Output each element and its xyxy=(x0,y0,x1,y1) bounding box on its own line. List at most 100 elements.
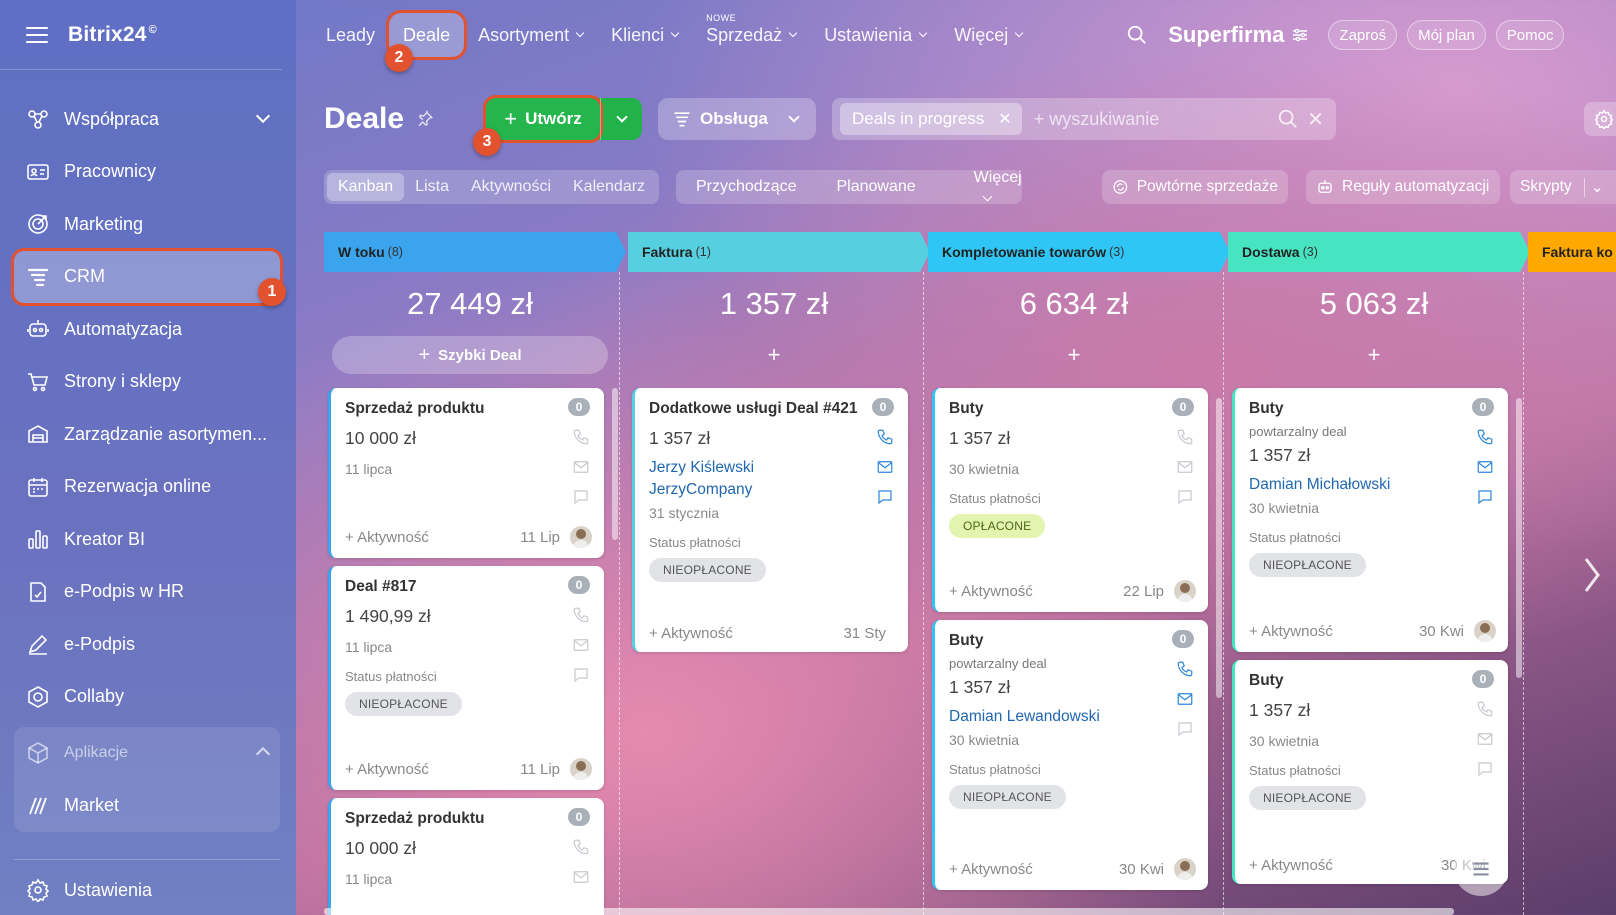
nav-leady[interactable]: Leady xyxy=(312,13,389,57)
chat-icon[interactable] xyxy=(572,666,590,684)
deal-card[interactable]: Sprzedaż produktu 10 000 zł 11 lipca 0 +… xyxy=(328,388,604,558)
board-horizontal-scrollbar[interactable] xyxy=(324,908,1454,915)
board-settings-button[interactable] xyxy=(1584,102,1616,136)
chat-icon[interactable] xyxy=(1176,720,1194,738)
phone-icon[interactable] xyxy=(1476,700,1494,718)
deal-card[interactable]: Buty 1 357 zł 30 kwietnia Status płatnoś… xyxy=(932,388,1208,612)
chat-icon[interactable] xyxy=(1476,760,1494,778)
phone-icon[interactable] xyxy=(1176,660,1194,678)
repeat-sales-button[interactable]: Powtórne sprzedaże xyxy=(1102,170,1288,204)
logo[interactable]: Bitrix24 © xyxy=(68,23,157,47)
add-deal-button[interactable]: + xyxy=(1236,336,1512,374)
deal-title[interactable]: Buty xyxy=(949,400,1194,418)
phone-icon[interactable] xyxy=(572,428,590,446)
contact-link[interactable]: Damian Michałowski xyxy=(1249,476,1494,494)
deal-title[interactable]: Buty xyxy=(949,632,1194,650)
deal-title[interactable]: Dodatkowe usługi Deal #421 xyxy=(649,400,894,418)
sidebar-item-epodpis-hr[interactable]: e-Podpis w HR xyxy=(14,566,280,619)
column-scrollbar[interactable] xyxy=(1516,398,1522,678)
avatar[interactable] xyxy=(1474,620,1496,642)
status-badge[interactable]: NIEOPŁACONE xyxy=(1249,553,1366,577)
column-header[interactable]: Faktura (1) xyxy=(628,232,930,272)
nav-asortyment[interactable]: Asortyment xyxy=(464,13,597,57)
column-header[interactable]: Kompletowanie towarów (3) xyxy=(928,232,1230,272)
nav-klienci[interactable]: Klienci xyxy=(597,13,692,57)
sidebar-item-strony[interactable]: Strony i sklepy xyxy=(14,356,280,409)
add-activity-link[interactable]: + Aktywność xyxy=(949,861,1119,878)
add-activity-link[interactable]: + Aktywność xyxy=(345,529,520,546)
mail-icon[interactable] xyxy=(572,636,590,654)
mail-icon[interactable] xyxy=(1476,458,1494,476)
my-plan-button[interactable]: Mój plan xyxy=(1407,20,1486,50)
deal-card[interactable]: Buty powtarzalny deal 1 357 zł Damian Mi… xyxy=(1232,388,1508,652)
create-dropdown-button[interactable] xyxy=(600,98,642,140)
mail-icon[interactable] xyxy=(1176,690,1194,708)
add-activity-link[interactable]: + Aktywność xyxy=(1249,857,1441,874)
tab-wiecej[interactable]: Więcej xyxy=(954,169,1042,205)
tab-kanban[interactable]: Kanban xyxy=(327,173,405,201)
phone-icon[interactable] xyxy=(1476,428,1494,446)
tab-kalendarz[interactable]: Kalendarz xyxy=(562,173,656,201)
sidebar-item-collaby[interactable]: Collaby xyxy=(14,671,280,724)
avatar[interactable] xyxy=(1174,858,1196,880)
column-header[interactable]: W toku (8) xyxy=(324,232,626,272)
sidebar-item-asortyment[interactable]: Zarządzanie asortymen... xyxy=(14,408,280,461)
chat-icon[interactable] xyxy=(1476,488,1494,506)
nav-sprzedaz[interactable]: NOWE Sprzedaż xyxy=(692,13,810,57)
sidebar-item-marketing[interactable]: Marketing xyxy=(14,198,280,251)
close-icon[interactable]: ✕ xyxy=(998,109,1011,129)
service-button[interactable]: Obsługa xyxy=(658,98,816,140)
deal-title[interactable]: Buty xyxy=(1249,672,1494,690)
add-deal-button[interactable]: + xyxy=(936,336,1212,374)
deal-title[interactable]: Deal #817 xyxy=(345,578,590,596)
sidebar-item-wspolpraca[interactable]: Współpraca xyxy=(14,93,280,146)
column-header[interactable]: Faktura ko xyxy=(1528,232,1616,272)
deal-card[interactable]: Dodatkowe usługi Deal #421 1 357 zł Jerz… xyxy=(632,388,908,652)
sidebar-item-automatyzacja[interactable]: Automatyzacja xyxy=(14,303,280,356)
status-badge[interactable]: OPŁACONE xyxy=(949,514,1046,538)
sidebar-item-rezerwacja[interactable]: Rezerwacja online xyxy=(14,461,280,514)
add-activity-link[interactable]: + Aktywność xyxy=(949,583,1123,600)
company-name[interactable]: Superfirma xyxy=(1168,22,1308,48)
chat-icon[interactable] xyxy=(1176,488,1194,506)
deal-title[interactable]: Sprzedaż produktu xyxy=(345,810,590,828)
deal-title[interactable]: Buty xyxy=(1249,400,1494,418)
add-activity-link[interactable]: + Aktywność xyxy=(649,625,843,642)
tab-aktywnosci[interactable]: Aktywności xyxy=(460,173,562,201)
chat-icon[interactable] xyxy=(876,488,894,506)
chevron-up-icon[interactable] xyxy=(255,746,271,762)
chevron-down-icon[interactable] xyxy=(255,108,271,124)
sidebar-item-ustawienia[interactable]: Ustawienia xyxy=(14,864,280,915)
create-button[interactable]: + Utwórz xyxy=(483,95,603,143)
filter-tag[interactable]: Deals in progress ✕ xyxy=(840,103,1022,135)
sidebar-item-market[interactable]: Market xyxy=(14,780,280,833)
phone-icon[interactable] xyxy=(572,606,590,624)
sidebar-item-kreator-bi[interactable]: Kreator BI xyxy=(14,513,280,566)
quick-deal-button[interactable]: + Szybki Deal xyxy=(332,336,608,374)
deal-card[interactable]: Sprzedaż produktu 10 000 zł 11 lipca 0 xyxy=(328,798,604,915)
chevron-right-icon[interactable] xyxy=(1582,555,1602,595)
sidebar-item-pracownicy[interactable]: Pracownicy xyxy=(14,146,280,199)
column-scrollbar[interactable] xyxy=(1216,398,1222,698)
contact-link[interactable]: Jerzy Kiślewski xyxy=(649,459,894,477)
column-header[interactable]: Dostawa (3) xyxy=(1228,232,1530,272)
filter-search-bar[interactable]: Deals in progress ✕ + wyszukiwanie ✕ xyxy=(832,98,1336,140)
menu-icon[interactable] xyxy=(26,26,48,43)
invite-button[interactable]: Zaproś xyxy=(1328,20,1398,50)
chat-button[interactable] xyxy=(1454,842,1508,896)
pin-icon[interactable] xyxy=(416,110,434,128)
scripts-button[interactable]: Skrypty ⌄ xyxy=(1510,170,1616,204)
avatar[interactable] xyxy=(570,758,592,780)
sidebar-item-crm[interactable]: CRM xyxy=(11,247,283,306)
add-activity-link[interactable]: + Aktywność xyxy=(1249,623,1419,640)
avatar[interactable] xyxy=(1174,580,1196,602)
contact-link[interactable]: Damian Lewandowski xyxy=(949,708,1194,726)
search-icon[interactable] xyxy=(1277,108,1299,130)
phone-icon[interactable] xyxy=(876,428,894,446)
automation-rules-button[interactable]: Reguły automatyzacji xyxy=(1306,170,1500,204)
search-input[interactable]: + wyszukiwanie xyxy=(1034,109,1278,130)
clear-icon[interactable]: ✕ xyxy=(1307,107,1324,132)
nav-wiecej[interactable]: Więcej xyxy=(940,13,1036,57)
phone-icon[interactable] xyxy=(572,838,590,856)
column-scrollbar[interactable] xyxy=(612,388,618,540)
